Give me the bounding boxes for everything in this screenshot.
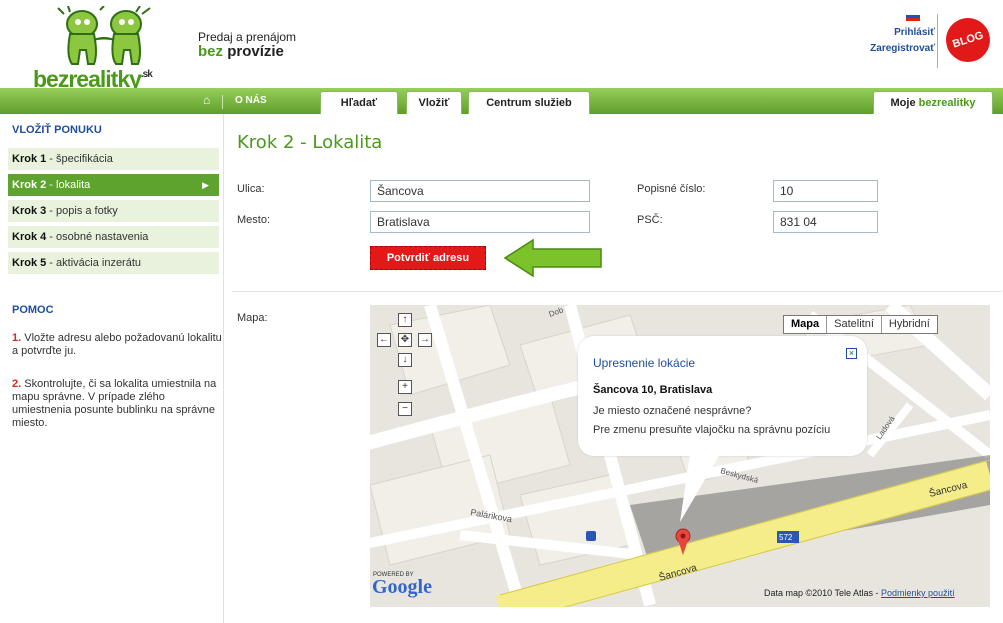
- nav-onas-link[interactable]: O NÁS: [222, 95, 267, 109]
- step-arrow-icon: ▶: [202, 180, 209, 190]
- page-title: Krok 2 - Lokalita: [237, 132, 383, 153]
- city-label: Mesto:: [237, 214, 271, 226]
- bubble-question: Je miesto označené nesprávne?: [593, 405, 752, 417]
- help-title: POMOC: [12, 304, 54, 316]
- help-num: 2.: [12, 378, 22, 390]
- copyright-text: Data map ©2010 Tele Atlas -: [764, 588, 882, 598]
- moje-brand: bezrealitky: [918, 97, 976, 109]
- street-label: Ulica:: [237, 183, 265, 195]
- slovak-flag-icon[interactable]: [906, 12, 920, 21]
- map-copyright: Data map ©2010 Tele Atlas - Podmienky po…: [764, 588, 955, 598]
- sidebar-title: VLOŽIŤ PONUKU: [12, 124, 102, 136]
- zip-input[interactable]: [773, 211, 878, 233]
- account-links: Prihlásiť Zaregistrovať: [870, 25, 935, 57]
- pan-center-icon[interactable]: ✥: [398, 333, 412, 347]
- help-item-2: 2. Skontrolujte, či sa lokalita umiestni…: [12, 378, 222, 430]
- step-num: Krok 4: [12, 231, 47, 243]
- moje-label: Moje: [890, 97, 916, 109]
- section-divider: [232, 291, 1002, 292]
- street-input[interactable]: [370, 180, 590, 202]
- map-type-switcher: Mapa Satelitní Hybridní: [783, 315, 938, 334]
- blog-badge[interactable]: BLOG: [940, 12, 996, 68]
- register-link[interactable]: Zaregistrovať: [870, 41, 935, 57]
- confirm-address-button[interactable]: Potvrdiť adresu: [370, 246, 486, 270]
- header: bezrealitky.sk Predaj a prenájom bez pro…: [0, 0, 1003, 92]
- zoom-out-icon[interactable]: −: [398, 402, 412, 416]
- map-label: Mapa:: [237, 312, 268, 324]
- step-text: - špecifikácia: [46, 153, 113, 165]
- number-input[interactable]: [773, 180, 878, 202]
- road-badge: 572: [779, 533, 793, 542]
- bubble-address: Šancova 10, Bratislava: [593, 384, 713, 396]
- header-divider: [937, 14, 938, 68]
- pan-left-icon[interactable]: ←: [377, 333, 391, 347]
- help-text: Vložte adresu alebo požadovanú lokalitu …: [12, 332, 222, 357]
- info-bubble: [578, 336, 867, 456]
- hint-arrow-icon: [503, 238, 602, 278]
- step-num: Krok 1: [12, 153, 47, 165]
- sidebar-step-2[interactable]: Krok 2 - lokalita ▶: [8, 174, 219, 198]
- tagline-top: Predaj a prenájom: [198, 30, 297, 44]
- zoom-in-icon[interactable]: +: [398, 380, 412, 394]
- help-item-1: 1. Vložte adresu alebo požadovanú lokali…: [12, 332, 222, 358]
- logo-figures-icon: [57, 6, 151, 65]
- step-text: - aktivácia inzerátu: [46, 257, 142, 269]
- tagline-bez: bez: [198, 43, 224, 60]
- step-text: - osobné nastavenia: [46, 231, 149, 243]
- step-text: - popis a fotky: [46, 205, 118, 217]
- step-num: Krok 2: [12, 179, 47, 191]
- zip-label: PSČ:: [637, 214, 663, 226]
- terms-link[interactable]: Podmienky použití: [881, 588, 955, 598]
- city-input[interactable]: [370, 211, 590, 233]
- sidebar-step-5[interactable]: Krok 5 - aktivácia inzerátu: [8, 252, 219, 276]
- step-num: Krok 3: [12, 205, 47, 217]
- sidebar-step-3[interactable]: Krok 3 - popis a fotky: [8, 200, 219, 224]
- bubble-tail: [680, 454, 720, 522]
- bubble-title: Upresnenie lokácie: [593, 356, 696, 370]
- tab-hladat[interactable]: Hľadať: [320, 91, 398, 114]
- sidebar-step-4[interactable]: Krok 4 - osobné nastavenia: [8, 226, 219, 250]
- map-type-satelitni[interactable]: Satelitní: [827, 316, 882, 333]
- pan-right-icon[interactable]: →: [418, 333, 432, 347]
- map-type-mapa[interactable]: Mapa: [784, 316, 828, 333]
- number-label: Popisné číslo:: [637, 183, 706, 195]
- close-icon[interactable]: ×: [846, 348, 857, 359]
- home-icon[interactable]: ⌂: [203, 93, 210, 107]
- map-type-hybridni[interactable]: Hybridní: [882, 316, 937, 333]
- tagline-provizie: provízie: [227, 43, 284, 60]
- pan-up-icon[interactable]: ↑: [398, 313, 412, 327]
- help-text: Skontrolujte, či sa lokalita umiestnila …: [12, 378, 217, 429]
- pan-down-icon[interactable]: ↓: [398, 353, 412, 367]
- tab-vlozit[interactable]: Vložiť: [406, 91, 462, 114]
- sidebar: VLOŽIŤ PONUKU Krok 1 - špecifikácia Krok…: [0, 114, 224, 623]
- google-logo[interactable]: Google: [372, 576, 432, 599]
- tab-centrum-sluzieb[interactable]: Centrum služieb: [468, 91, 590, 114]
- google-logo-text: Google: [372, 576, 432, 598]
- bubble-instruction: Pre zmenu presuňte vlajočku na správnu p…: [593, 424, 831, 436]
- step-text: - lokalita: [46, 179, 91, 191]
- sidebar-step-1[interactable]: Krok 1 - špecifikácia: [8, 148, 219, 172]
- tagline-bottom: bez provízie: [198, 43, 284, 60]
- step-num: Krok 5: [12, 257, 47, 269]
- logo-suffix: .sk: [140, 69, 153, 80]
- login-link[interactable]: Prihlásiť: [870, 25, 935, 41]
- tab-moje-bezrealitky[interactable]: Moje bezrealitky: [873, 91, 993, 114]
- help-num: 1.: [12, 332, 22, 344]
